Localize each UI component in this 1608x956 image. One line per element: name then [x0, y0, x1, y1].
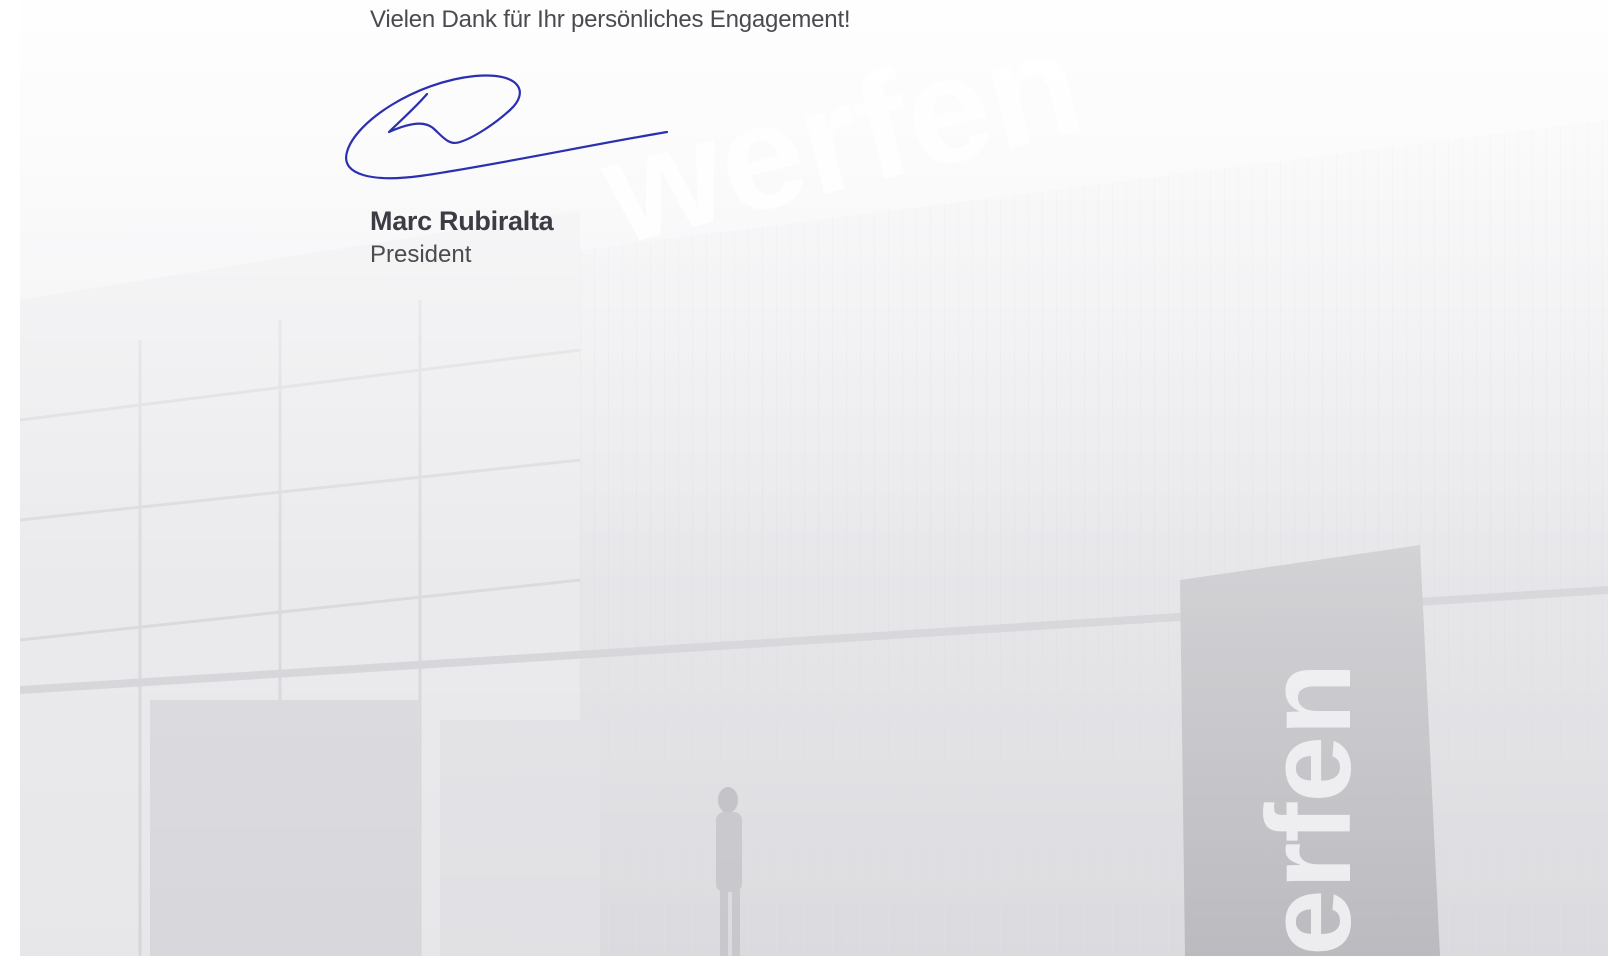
left-margin — [0, 0, 20, 956]
closing-text: Vielen Dank für Ihr persönliches Engagem… — [370, 6, 851, 33]
signer-title: President — [370, 241, 472, 268]
signer-name: Marc Rubiralta — [370, 206, 554, 236]
signature-image — [345, 74, 669, 180]
svg-text:erfen: erfen — [1242, 663, 1376, 956]
letter-page: werfen erfen Vielen Dank für Ihr persönl… — [0, 0, 1608, 956]
building-photo: werfen erfen — [20, 0, 1608, 956]
